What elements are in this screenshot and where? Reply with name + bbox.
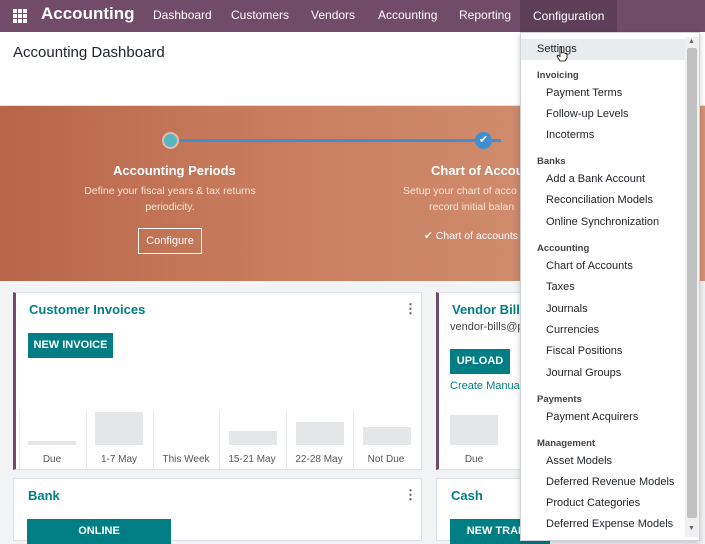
app-brand[interactable]: Accounting [41,4,135,24]
configuration-dropdown: Settings Invoicing Payment Terms Follow-… [520,32,700,541]
nav-customers[interactable]: Customers [231,8,289,22]
scrollbar-thumb[interactable] [687,48,697,518]
menu-item-fiscal-positions[interactable]: Fiscal Positions [546,345,622,357]
page-title: Accounting Dashboard [13,44,165,61]
customer-invoices-card: Customer Invoices ⋮ NEW INVOICE Due 1-7 … [13,292,422,470]
check-icon: ✔ [475,132,492,149]
nav-configuration[interactable]: Configuration [520,0,618,32]
section-header-invoicing: Invoicing [537,70,579,81]
menu-item-currencies[interactable]: Currencies [546,324,599,336]
top-navbar: Accounting Dashboard Customers Vendors A… [0,0,705,32]
new-invoice-button[interactable]: NEW INVOICE [28,333,113,358]
online-sync-button[interactable]: ONLINE [27,519,171,544]
upload-button[interactable]: UPLOAD [450,349,510,374]
menu-item-deferred-expense-models[interactable]: Deferred Expense Models [546,518,673,530]
menu-item-follow-up-levels[interactable]: Follow-up Levels [546,108,629,120]
x-tick-label: Due [42,454,62,465]
section-header-management: Management [537,438,596,449]
card-title[interactable]: Bank [28,488,60,503]
x-tick-label: 15-21 May [228,454,276,465]
section-header-banks: Banks [537,156,566,167]
menu-item-chart-of-accounts[interactable]: Chart of Accounts [546,260,633,272]
menu-item-online-synchronization[interactable]: Online Synchronization [546,216,659,228]
bank-card: Bank ⋮ ONLINE [13,478,422,544]
menu-item-settings[interactable]: Settings [521,39,688,60]
x-tick-label: 22-28 May [295,454,343,465]
section-header-accounting: Accounting [537,243,590,254]
step-title-accounting-periods: Accounting Periods [113,163,236,178]
section-header-payments: Payments [537,394,582,405]
menu-item-payment-acquirers[interactable]: Payment Acquirers [546,411,638,423]
scroll-down-icon[interactable]: ▼ [688,525,695,532]
x-tick-label: 1-7 May [100,454,138,465]
chart-bar [28,441,76,445]
nav-dashboard[interactable]: Dashboard [153,8,212,22]
menu-item-journals[interactable]: Journals [546,303,588,315]
menu-item-deferred-revenue-models[interactable]: Deferred Revenue Models [546,476,674,488]
chart-bar [95,412,143,445]
scroll-up-icon[interactable]: ▲ [688,38,695,45]
create-manual-link[interactable]: Create Manual [450,380,522,392]
menu-item-taxes[interactable]: Taxes [546,281,575,293]
menu-item-payment-terms[interactable]: Payment Terms [546,87,622,99]
menu-item-add-bank-account[interactable]: Add a Bank Account [546,173,645,185]
apps-menu-icon[interactable] [13,9,27,23]
step-desc-line-1: Setup your chart of acco [403,185,517,197]
card-title[interactable]: Customer Invoices [29,302,145,317]
progress-line [171,139,501,142]
nav-accounting[interactable]: Accounting [378,8,437,22]
menu-item-reconciliation-models[interactable]: Reconciliation Models [546,194,653,206]
configure-button[interactable]: Configure [138,228,202,254]
step-desc-line-2: periodicity. [145,201,195,213]
x-tick-label: Due [464,454,484,465]
chart-of-accounts-done: ✔ Chart of accounts [424,230,519,242]
kebab-menu-icon[interactable]: ⋮ [404,301,417,317]
done-label: Chart of accounts [435,230,519,242]
chart-bar [229,431,277,445]
menu-item-product-categories[interactable]: Product Categories [546,497,640,509]
card-title[interactable]: Cash [451,488,483,503]
nav-vendors[interactable]: Vendors [311,8,355,22]
step-title-chart-of-accounts: Chart of Accour [431,163,529,178]
step-desc-line-2: record initial balan [429,201,515,213]
hand-cursor-icon [556,46,568,62]
step-dot-accounting-periods [162,132,179,149]
vendor-bills-email: vendor-bills@p [450,321,524,333]
menu-item-asset-models[interactable]: Asset Models [546,455,612,467]
x-tick-label: Not Due [367,454,405,465]
chart-bar [450,415,498,445]
menu-item-incoterms[interactable]: Incoterms [546,129,594,141]
chart-bar [363,427,411,445]
kebab-menu-icon[interactable]: ⋮ [404,487,417,503]
x-tick-label: This Week [162,454,210,465]
card-title[interactable]: Vendor Bills [452,302,527,317]
nav-reporting[interactable]: Reporting [459,8,511,22]
menu-item-journal-groups[interactable]: Journal Groups [546,367,621,379]
step-desc-line-1: Define your fiscal years & tax returns [84,185,256,197]
chart-bar [296,422,344,445]
